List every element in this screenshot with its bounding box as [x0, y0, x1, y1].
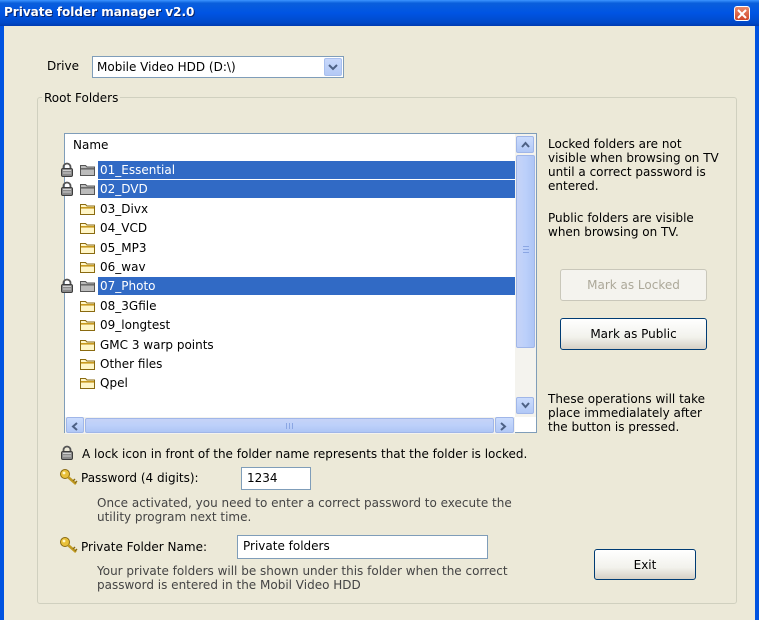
folder-rows: 01_Essential 02_DVD 03_Divx 04_VCD 05_MP3 06_…: [0, 161, 520, 395]
password-note: Once activated, you need to enter a corr…: [97, 496, 512, 524]
close-icon: [737, 9, 747, 19]
folder-icon: [80, 378, 95, 390]
folder-name: 09_longtest: [100, 318, 171, 333]
folder-icon: [80, 183, 95, 198]
padlock-icon: [61, 445, 73, 460]
exit-button[interactable]: Exit: [594, 549, 696, 580]
mark-as-public-button[interactable]: Mark as Public: [560, 318, 707, 350]
mark-as-locked-button[interactable]: Mark as Locked: [560, 269, 707, 301]
chevron-down-icon: [521, 402, 530, 409]
scroll-down-button[interactable]: [516, 397, 534, 414]
folder-icon: [80, 242, 95, 254]
private-folder-note: Your private folders will be shown under…: [97, 564, 508, 592]
folder-icon: [80, 319, 95, 334]
folder-icon: [80, 223, 95, 235]
operations-info: These operations will take place immedia…: [548, 392, 706, 434]
window-frame-right: [755, 26, 759, 620]
folder-icon: [80, 300, 95, 312]
padlock-icon: [60, 162, 74, 180]
password-label: Password (4 digits):: [81, 471, 199, 485]
padlock-icon: [61, 279, 73, 294]
folder-row[interactable]: 02_DVD: [0, 180, 515, 199]
root-folders-legend: Root Folders: [42, 91, 121, 105]
chevron-up-icon: [521, 141, 530, 148]
folder-icon: [80, 339, 95, 351]
folder-row[interactable]: 09_longtest: [0, 316, 515, 334]
folder-row[interactable]: 04_VCD: [0, 219, 515, 237]
folder-name: Qpel: [100, 376, 128, 391]
folder-icon: [80, 320, 95, 332]
drive-select-value: Mobile Video HDD (D:\): [97, 60, 236, 74]
key-icon: [60, 537, 78, 553]
padlock-icon: [60, 278, 74, 296]
folder-icon: [80, 184, 95, 196]
password-input[interactable]: 1234: [241, 467, 311, 490]
folder-row[interactable]: 05_MP3: [0, 239, 515, 257]
public-folders-info: Public folders are visible when browsing…: [548, 211, 694, 239]
folder-row[interactable]: Other files: [0, 355, 515, 373]
folder-name: 02_DVD: [98, 180, 515, 199]
folder-row[interactable]: 03_Divx: [0, 200, 515, 218]
chevron-right-icon: [500, 422, 507, 431]
lock-icon-note: A lock icon in front of the folder name …: [82, 447, 528, 461]
folder-icon: [80, 203, 95, 218]
folder-name: 03_Divx: [100, 201, 149, 216]
folder-icon: [80, 203, 95, 215]
folder-name: 06_wav: [100, 260, 146, 274]
folder-icon: [80, 359, 95, 370]
scroll-right-button[interactable]: [495, 417, 514, 433]
folder-icon: [80, 281, 95, 293]
private-folder-name-input[interactable]: Private folders: [237, 535, 488, 559]
window-title: Private folder manager v2.0: [4, 5, 195, 19]
folder-icon: [80, 164, 95, 179]
folder-name: Other files: [100, 357, 163, 371]
folder-row[interactable]: 08_3Gfile: [0, 297, 515, 315]
folder-name: 08_3Gfile: [100, 298, 157, 313]
folder-icon: [80, 165, 95, 176]
folder-row[interactable]: 01_Essential: [0, 161, 515, 179]
folder-icon: [80, 262, 95, 273]
folder-icon: [80, 377, 95, 392]
folder-row[interactable]: 07_Photo: [0, 277, 515, 296]
folder-name: 01_Essential: [98, 161, 515, 179]
padlock-icon: [61, 182, 73, 197]
padlock-icon: [60, 181, 74, 199]
folder-name: 04_VCD: [100, 221, 148, 236]
private-folder-name-label: Private Folder Name:: [81, 540, 207, 554]
locked-folders-info: Locked folders are not visible when brow…: [548, 137, 719, 193]
folder-row[interactable]: GMC 3 warp points: [0, 336, 515, 354]
drive-label: Drive: [47, 59, 79, 73]
column-header-name[interactable]: Name: [73, 138, 108, 152]
folder-icon: [80, 300, 95, 315]
padlock-icon: [61, 162, 73, 177]
scroll-up-button[interactable]: [516, 136, 534, 153]
folder-name: 05_MP3: [100, 240, 147, 255]
folder-name: 07_Photo: [98, 277, 515, 296]
vertical-scroll-thumb[interactable]: [516, 155, 535, 348]
drive-select[interactable]: Mobile Video HDD (D:\): [92, 56, 344, 78]
key-icon: [60, 469, 78, 485]
folder-icon: [80, 222, 95, 237]
folder-row[interactable]: Qpel: [0, 374, 515, 392]
folder-icon: [80, 242, 95, 257]
chevron-down-icon: [328, 64, 338, 71]
chevron-left-icon: [71, 422, 78, 431]
drive-dropdown-button[interactable]: [324, 58, 342, 76]
folder-name: GMC 3 warp points: [100, 337, 214, 352]
horizontal-scroll-thumb[interactable]: [85, 418, 494, 433]
close-button[interactable]: [734, 6, 750, 21]
folder-row[interactable]: 06_wav: [0, 258, 515, 276]
folder-icon: [80, 358, 95, 373]
folder-icon: [80, 261, 95, 276]
folder-icon: [80, 339, 95, 354]
folder-icon: [80, 280, 95, 295]
scroll-left-button[interactable]: [66, 417, 84, 433]
